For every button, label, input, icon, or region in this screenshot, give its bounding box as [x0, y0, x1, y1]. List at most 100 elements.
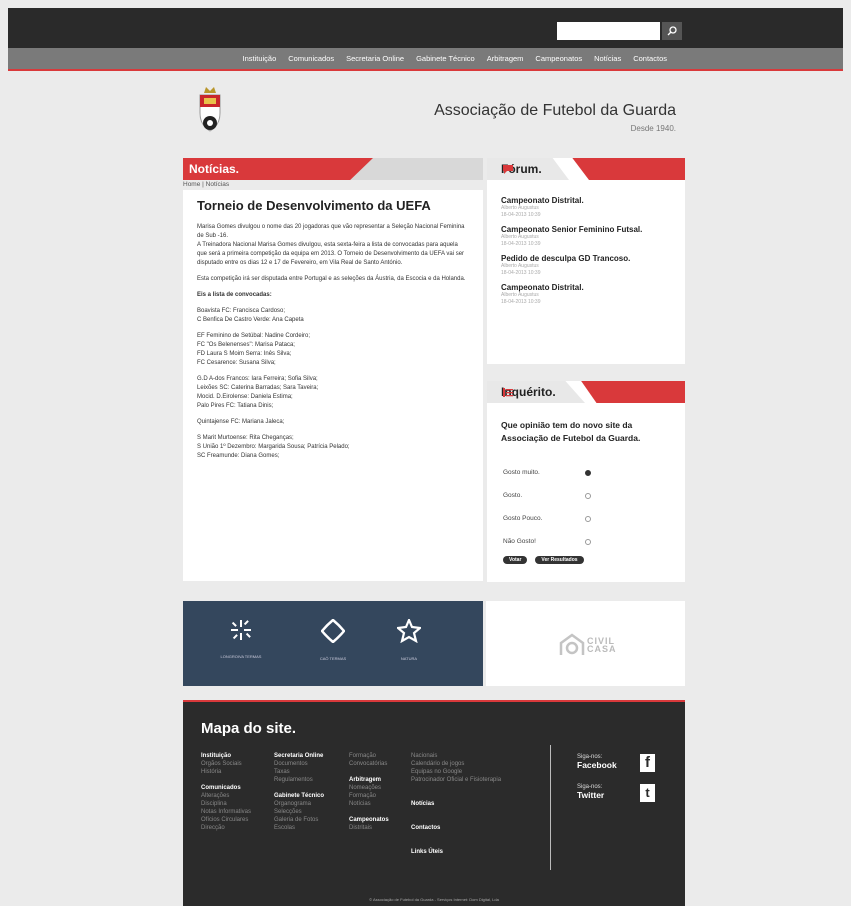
forum-header-accent — [572, 158, 685, 180]
sitemap-link[interactable]: Selecções — [274, 808, 324, 816]
sitemap-link[interactable]: Orgãos Sociais — [201, 760, 251, 768]
forum-item-title[interactable]: Campeonato Distrital. — [501, 283, 671, 292]
sitemap-link[interactable]: Formação — [349, 752, 389, 760]
sitemap-link[interactable]: Escolas — [274, 824, 324, 832]
facebook-icon[interactable]: f — [640, 754, 655, 772]
sitemap-link[interactable]: Notícias — [349, 800, 389, 808]
sitemap-link[interactable]: Organograma — [274, 800, 324, 808]
sitemap-heading[interactable]: Campeonatos — [349, 816, 389, 824]
forum-list: Campeonato Distrital. Alberto Augustus 1… — [487, 180, 685, 306]
list-icon — [503, 388, 513, 397]
forum-item[interactable]: Campeonato Senior Feminino Futsal. Alber… — [501, 225, 671, 248]
forum-heading: Fórum. — [487, 158, 569, 180]
search-input[interactable] — [557, 22, 660, 40]
sitemap-link[interactable]: Nomeações — [349, 784, 389, 792]
twitter-icon[interactable]: t — [640, 784, 655, 802]
view-results-button[interactable]: Ver Resultados — [535, 556, 584, 564]
sponsor-label: LONGROIVA TERMAS — [220, 654, 262, 659]
forum-item-title[interactable]: Campeonato Senior Feminino Futsal. — [501, 225, 671, 234]
sitemap-link[interactable]: Nacionais — [411, 752, 501, 760]
vote-button[interactable]: Votar — [503, 556, 528, 564]
search-icon — [667, 26, 677, 36]
nav-arbitragem[interactable]: Arbitragem — [481, 54, 530, 63]
casa-text: CASA — [587, 644, 617, 654]
sitemap-heading[interactable]: Notícias — [411, 800, 501, 808]
footer-divider — [550, 745, 551, 870]
forum-item[interactable]: Campeonato Distrital. Alberto Augustus 1… — [501, 196, 671, 219]
sitemap-link[interactable]: Distritais — [349, 824, 389, 832]
site-logo[interactable] — [190, 85, 230, 137]
sponsor-cao-termas[interactable]: CAÔ TERMAS — [303, 618, 363, 661]
social-twitter[interactable]: Siga-nos: Twitter — [577, 784, 604, 800]
sitemap-link[interactable]: Equipas no Google — [411, 768, 501, 776]
sponsor-label: CAÔ TERMAS — [319, 656, 347, 661]
nav-noticias[interactable]: Notícias — [588, 54, 627, 63]
poll-option-label: Não Gosto! — [503, 538, 536, 545]
sitemap-link[interactable]: Convocatórias — [349, 760, 389, 768]
poll-buttons: Votar Ver Resultados — [487, 553, 685, 564]
sitemap-heading[interactable]: Links Úteis — [411, 848, 501, 856]
site-footer: Mapa do site. Instituição Orgãos Sociais… — [183, 700, 685, 906]
sitemap-link[interactable]: Formação — [349, 792, 389, 800]
article-title: Torneio de Desenvolvimento da UEFA — [197, 198, 431, 213]
social-name[interactable]: Facebook — [577, 760, 617, 770]
sponsor-civil-casa[interactable]: CIVIL CASA — [486, 601, 685, 686]
sitemap-link[interactable]: Direcção — [201, 824, 251, 832]
sitemap-link[interactable]: Ofícios Circulares — [201, 816, 251, 824]
sitemap-heading[interactable]: Gabinete Técnico — [274, 792, 324, 800]
poll-option[interactable]: Gosto Pouco. — [503, 507, 591, 530]
search-button[interactable] — [662, 22, 682, 40]
sitemap-link[interactable]: Galeria de Fotos — [274, 816, 324, 824]
poll-question: Que opinião tem do novo site da Associaç… — [501, 420, 641, 443]
sitemap-link[interactable]: Alterações — [201, 792, 251, 800]
forum-item-title[interactable]: Pedido de desculpa GD Trancoso. — [501, 254, 671, 263]
sitemap-link[interactable]: Regulamentos — [274, 776, 324, 784]
article-paragraph: Marisa Gomes divulgou o nome das 20 joga… — [197, 224, 465, 266]
poll-header: Inquérito. — [487, 381, 685, 403]
forum-item-title[interactable]: Campeonato Distrital. — [501, 196, 671, 205]
sitemap-link[interactable]: História — [201, 768, 251, 776]
forum-item-author: Alberto Augustus — [501, 292, 539, 298]
sitemap-heading[interactable]: Secretaria Online — [274, 752, 324, 760]
sitemap-link[interactable]: Disciplina — [201, 800, 251, 808]
poll-radio[interactable] — [585, 538, 591, 545]
nav-gabinete-tecnico[interactable]: Gabinete Técnico — [410, 54, 481, 63]
nav-instituicao[interactable]: Instituição — [236, 54, 282, 63]
poll-radio[interactable] — [585, 515, 591, 522]
poll-radio[interactable] — [585, 469, 591, 476]
poll-option-label: Gosto muito. — [503, 469, 540, 476]
nav-campeonatos[interactable]: Campeonatos — [529, 54, 588, 63]
copyright: © Associação de Futebol da Guarda - Serv… — [369, 897, 499, 902]
sitemap-link[interactable]: Patrocinador Oficial e Fisioterapia — [411, 776, 501, 784]
nav-contactos[interactable]: Contactos — [627, 54, 673, 63]
breadcrumb[interactable]: Home | Notícias — [183, 180, 483, 190]
article-paragraph: S Marit Murtoense: Rita Cheganças; S Uni… — [197, 435, 350, 459]
social-facebook[interactable]: Siga-nos: Facebook — [577, 754, 617, 770]
poll-option[interactable]: Gosto. — [503, 484, 591, 507]
poll-option[interactable]: Gosto muito. — [503, 461, 591, 484]
forum-item-author: Alberto Augustus — [501, 263, 539, 269]
forum-item[interactable]: Pedido de desculpa GD Trancoso. Alberto … — [501, 254, 671, 277]
sitemap-heading[interactable]: Contactos — [411, 824, 501, 832]
sitemap-link[interactable]: Documentos — [274, 760, 324, 768]
forum-item-date: 18-04-2013 10:39 — [501, 241, 541, 247]
sitemap-link[interactable]: Taxas — [274, 768, 324, 776]
poll-radio[interactable] — [585, 492, 591, 499]
diamond-ring-icon — [320, 618, 346, 644]
sponsor-longroiva[interactable]: LONGROIVA TERMAS — [211, 619, 271, 659]
forum-item[interactable]: Campeonato Distrital. Alberto Augustus 1… — [501, 283, 671, 306]
sitemap-link[interactable]: Notas Informativas — [201, 808, 251, 816]
nav-secretaria-online[interactable]: Secretaria Online — [340, 54, 410, 63]
social-name[interactable]: Twitter — [577, 790, 604, 800]
news-heading: Notícias. — [183, 158, 373, 180]
poll-option[interactable]: Não Gosto! — [503, 530, 591, 553]
sitemap-heading[interactable]: Comunicados — [201, 784, 251, 792]
sitemap-heading[interactable]: Arbitragem — [349, 776, 389, 784]
sponsor-natura[interactable]: NATURA — [379, 617, 439, 661]
site-title: Associação de Futebol da Guarda — [434, 102, 676, 119]
forum-item-author: Alberto Augustus — [501, 234, 539, 240]
nav-comunicados[interactable]: Comunicados — [282, 54, 340, 63]
article-paragraph: Quintajense FC: Mariana Jaleca; — [197, 419, 285, 425]
sitemap-link[interactable]: Calendário de jogos — [411, 760, 501, 768]
sitemap-heading[interactable]: Instituição — [201, 752, 251, 760]
